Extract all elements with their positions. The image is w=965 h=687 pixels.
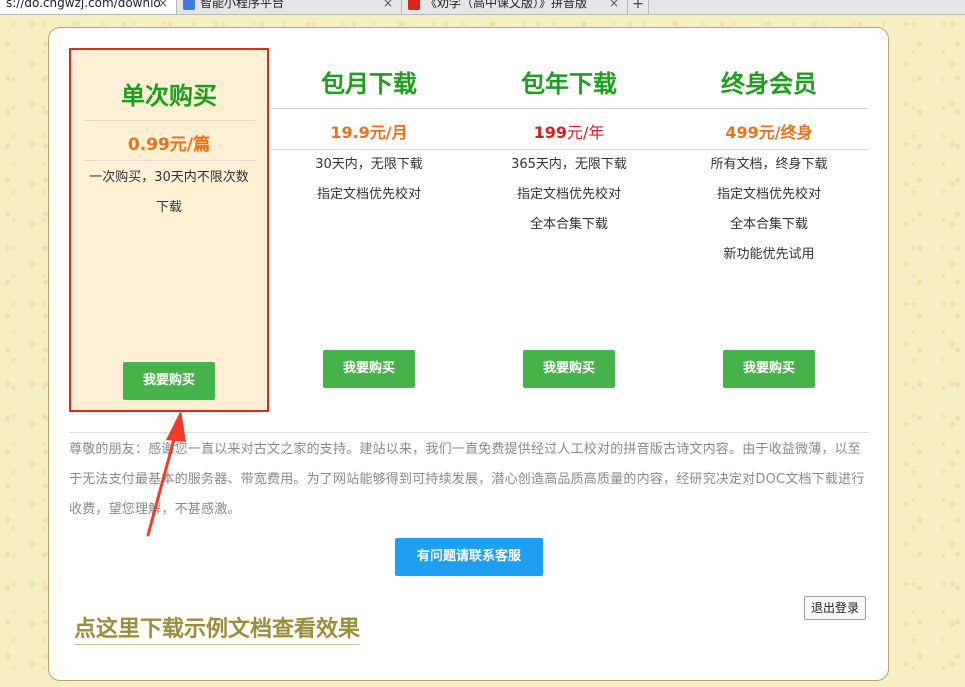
plan-feature: 全本合集下载	[729, 217, 808, 232]
plan-price: 19.9元/月	[330, 123, 408, 142]
tab-label: 智能小程序平台	[200, 0, 285, 10]
close-icon[interactable]: ×	[383, 0, 393, 10]
browser-tab-download[interactable]: s://do.cngwzj.com/downlo ×	[0, 0, 177, 14]
buy-button-monthly[interactable]: 我要购买	[323, 350, 415, 388]
plan-feature: 所有文档，终身下载	[710, 157, 828, 172]
paw-favicon-icon	[183, 0, 195, 10]
plan-monthly[interactable]: 包月下载 19.9元/月 30天内，无限下载 指定文档优先校对 我要购买	[269, 48, 469, 412]
plan-feature: 新功能优先试用	[723, 247, 815, 262]
plan-feature-list: 365天内，无限下载 指定文档优先校对 全本合集下载	[469, 150, 669, 240]
close-icon[interactable]: ×	[609, 0, 619, 10]
plan-title: 包月下载	[321, 70, 417, 98]
site-favicon-icon	[408, 0, 420, 10]
plan-feature: 指定文档优先校对	[516, 187, 621, 202]
plan-title: 包年下载	[521, 70, 617, 98]
tab-label: 《劝学（高中课文版）》拼音版	[425, 0, 588, 10]
buy-button-lifetime[interactable]: 我要购买	[723, 350, 815, 388]
new-tab-icon[interactable]: +	[628, 0, 649, 14]
browser-tab-mini-program[interactable]: 智能小程序平台 ×	[177, 0, 402, 14]
sample-document-link[interactable]: 点这里下载示例文档查看效果	[74, 611, 361, 645]
price-number: 199	[533, 123, 567, 142]
buy-button-yearly[interactable]: 我要购买	[523, 350, 615, 388]
plan-feature: 指定文档优先校对	[316, 187, 421, 202]
browser-tab-strip: s://do.cngwzj.com/downlo × 智能小程序平台 × 《劝学…	[0, 0, 965, 15]
price-unit: 元/年	[567, 123, 605, 142]
pricing-card: 单次购买 0.99元/篇 一次购买，30天内不限次数下载 我要购买 包月下载 1…	[48, 27, 889, 681]
buy-button-single[interactable]: 我要购买	[123, 362, 215, 400]
plan-price: 0.99元/篇	[127, 135, 211, 155]
contact-support-button[interactable]: 有问题请联系客服	[395, 538, 543, 576]
close-icon[interactable]: ×	[158, 0, 168, 10]
plan-feature-list: 所有文档，终身下载 指定文档优先校对 全本合集下载 新功能优先试用	[669, 150, 869, 270]
plan-feature: 30天内，无限下载	[315, 157, 423, 172]
plan-lifetime[interactable]: 终身会员 499元/终身 所有文档，终身下载 指定文档优先校对 全本合集下载 新…	[669, 48, 869, 412]
plan-feature-list: 30天内，无限下载 指定文档优先校对	[269, 150, 469, 210]
plan-single-purchase[interactable]: 单次购买 0.99元/篇 一次购买，30天内不限次数下载 我要购买	[69, 48, 269, 412]
plan-price: 199元/年	[469, 119, 669, 143]
browser-tab-quanxue[interactable]: 《劝学（高中课文版）》拼音版 ×	[402, 0, 628, 14]
plan-feature: 全本合集下载	[529, 217, 608, 232]
plan-feature: 指定文档优先校对	[716, 187, 821, 202]
tab-label: s://do.cngwzj.com/downlo	[6, 0, 161, 10]
plan-divider	[83, 160, 255, 161]
plan-yearly[interactable]: 包年下载 199元/年 365天内，无限下载 指定文档优先校对 全本合集下载 我…	[469, 48, 669, 412]
logout-button[interactable]: 退出登录	[804, 596, 866, 620]
plan-feature: 365天内，无限下载	[511, 157, 627, 172]
fee-notice: 尊敬的朋友：感谢您一直以来对古文之家的支持。建站以来，我们一直免费提供经过人工校…	[69, 432, 869, 525]
plan-title: 终身会员	[721, 70, 817, 98]
plan-feature: 一次购买，30天内不限次数下载	[89, 170, 249, 215]
plan-divider	[83, 120, 255, 121]
plan-title: 单次购买	[121, 82, 217, 110]
plan-price: 499元/终身	[725, 123, 813, 142]
